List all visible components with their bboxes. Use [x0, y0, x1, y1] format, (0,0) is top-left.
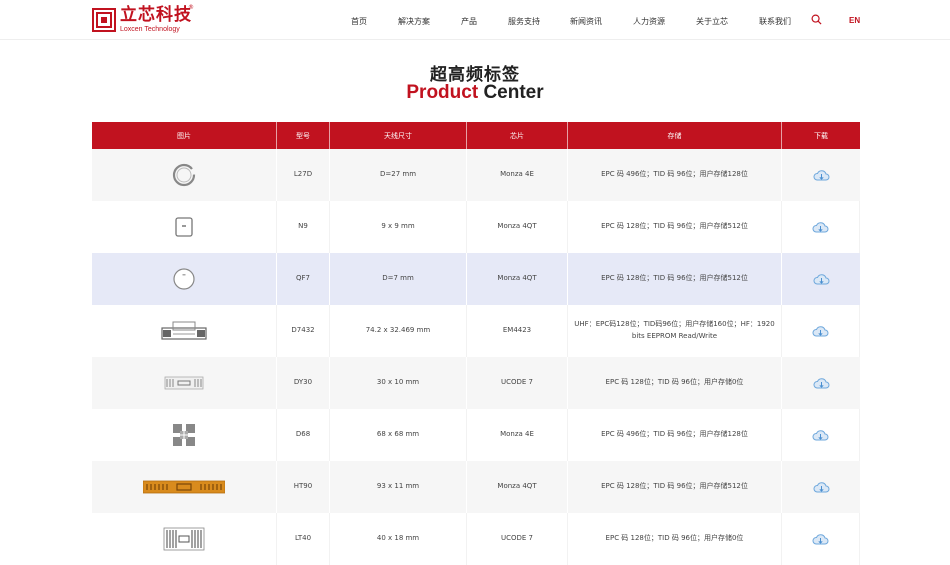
round-tag-icon	[173, 268, 195, 290]
cloud-download-icon[interactable]	[812, 429, 829, 442]
dual-tag-icon	[161, 321, 207, 340]
registered-mark: ®	[188, 4, 194, 11]
nav-solutions[interactable]: 解决方案	[398, 16, 430, 27]
table-row: DY30 30 x 10 mm UCODE 7 EPC 码 128位；TID 码…	[92, 357, 860, 409]
product-table: 图片 型号 天线尺寸 芯片 存储 下载 L27D D=27 mm Monza 4…	[92, 122, 860, 565]
cell-size: 30 x 10 mm	[330, 357, 467, 409]
title-word-center: Center	[483, 82, 544, 103]
cell-size: D=7 mm	[330, 253, 467, 305]
table-row: QF7 D=7 mm Monza 4QT EPC 码 128位；TID 码 96…	[92, 253, 860, 305]
cross-tag-icon	[173, 424, 195, 446]
download-cell	[782, 409, 860, 461]
top-header: 立芯科技 Loxcen Technology ® 首页 解决方案 产品 服务支持…	[0, 0, 950, 40]
header-model: 型号	[277, 122, 330, 149]
meander-tag-icon	[163, 527, 205, 551]
cell-model: D7432	[277, 305, 330, 357]
product-image[interactable]	[92, 357, 277, 409]
nav-news[interactable]: 新闻资讯	[570, 16, 602, 27]
cell-storage: EPC 码 496位；TID 码 96位；用户存储128位	[568, 149, 782, 201]
table-row: D7432 74.2 x 32.469 mm EM4423 UHF：EPC码12…	[92, 305, 860, 357]
cell-size: 68 x 68 mm	[330, 409, 467, 461]
product-image[interactable]	[92, 305, 277, 357]
header-storage: 存储	[568, 122, 782, 149]
cell-storage: EPC 码 496位；TID 码 96位；用户存储128位	[568, 409, 782, 461]
product-image[interactable]	[92, 253, 277, 305]
cell-chip: UCODE 7	[467, 357, 568, 409]
brand-name-en: Loxcen Technology	[120, 26, 180, 33]
ring-tag-icon	[172, 163, 196, 187]
cloud-download-icon[interactable]	[813, 169, 830, 182]
header-chip: 芯片	[467, 122, 568, 149]
product-image[interactable]	[92, 149, 277, 201]
cell-size: 93 x 11 mm	[330, 461, 467, 513]
title-word-product: Product	[406, 82, 479, 103]
cell-model: DY30	[277, 357, 330, 409]
download-cell	[782, 461, 860, 513]
cloud-download-icon[interactable]	[812, 325, 829, 338]
long-tag-icon	[143, 480, 225, 494]
cell-storage: EPC 码 128位；TID 码 96位；用户存储512位	[568, 461, 782, 513]
search-icon[interactable]	[811, 14, 822, 25]
cloud-download-icon[interactable]	[812, 533, 829, 546]
nav-about[interactable]: 关于立芯	[696, 16, 728, 27]
cell-storage: EPC 码 128位；TID 码 96位；用户存储0位	[568, 513, 782, 565]
cell-storage: UHF：EPC码128位；TID码96位；用户存储160位；HF：1920 bi…	[568, 305, 782, 357]
header-antenna-size: 天线尺寸	[330, 122, 467, 149]
nav-support[interactable]: 服务支持	[508, 16, 540, 27]
cell-chip: Monza 4E	[467, 409, 568, 461]
download-cell	[782, 253, 860, 305]
page-title-en: Product Center	[0, 82, 950, 104]
cell-chip: UCODE 7	[467, 513, 568, 565]
nav-contact[interactable]: 联系我们	[759, 16, 791, 27]
download-cell	[782, 305, 860, 357]
cell-size: 9 x 9 mm	[330, 201, 467, 253]
download-cell	[782, 201, 860, 253]
cell-model: L27D	[277, 149, 330, 201]
header-image: 图片	[92, 122, 277, 149]
language-switch[interactable]: EN	[849, 16, 860, 25]
cloud-download-icon[interactable]	[813, 273, 830, 286]
download-cell	[782, 357, 860, 409]
brand-logo[interactable]: 立芯科技 Loxcen Technology ®	[92, 4, 194, 35]
logo-mark-icon	[92, 8, 116, 32]
table-row: L27D D=27 mm Monza 4E EPC 码 496位；TID 码 9…	[92, 149, 860, 201]
cell-chip: Monza 4QT	[467, 461, 568, 513]
cloud-download-icon[interactable]	[812, 221, 829, 234]
table-row: LT40 40 x 18 mm UCODE 7 EPC 码 128位；TID 码…	[92, 513, 860, 565]
product-image[interactable]	[92, 513, 277, 565]
cell-storage: EPC 码 128位；TID 码 96位；用户存储0位	[568, 357, 782, 409]
cell-size: 74.2 x 32.469 mm	[330, 305, 467, 357]
cell-model: HT90	[277, 461, 330, 513]
header-download: 下载	[814, 131, 828, 140]
cell-model: LT40	[277, 513, 330, 565]
nav-home[interactable]: 首页	[351, 16, 367, 27]
download-cell	[782, 513, 860, 565]
cell-model: N9	[277, 201, 330, 253]
download-cell	[782, 149, 860, 201]
table-row: N9 9 x 9 mm Monza 4QT EPC 码 128位；TID 码 9…	[92, 201, 860, 253]
strip-tag-icon	[164, 376, 204, 390]
cell-chip: Monza 4QT	[467, 253, 568, 305]
cell-chip: Monza 4QT	[467, 201, 568, 253]
cloud-download-icon[interactable]	[813, 481, 830, 494]
cell-chip: EM4423	[467, 305, 568, 357]
table-row: HT90 93 x 11 mm Monza 4QT EPC 码 128位；TID…	[92, 461, 860, 513]
product-image[interactable]	[92, 201, 277, 253]
product-image[interactable]	[92, 461, 277, 513]
cell-size: 40 x 18 mm	[330, 513, 467, 565]
cell-size: D=27 mm	[330, 149, 467, 201]
cell-storage: EPC 码 128位；TID 码 96位；用户存储512位	[568, 201, 782, 253]
cell-chip: Monza 4E	[467, 149, 568, 201]
cell-storage: EPC 码 128位；TID 码 96位；用户存储512位	[568, 253, 782, 305]
nav-products[interactable]: 产品	[461, 16, 477, 27]
cell-model: QF7	[277, 253, 330, 305]
brand-name-cn: 立芯科技	[120, 5, 192, 25]
square-tag-icon	[175, 217, 193, 237]
cell-model: D68	[277, 409, 330, 461]
product-image[interactable]	[92, 409, 277, 461]
cloud-download-icon[interactable]	[813, 377, 830, 390]
table-header: 图片 型号 天线尺寸 芯片 存储 下载	[92, 122, 860, 149]
table-row: D68 68 x 68 mm Monza 4E EPC 码 496位；TID 码…	[92, 409, 860, 461]
nav-hr[interactable]: 人力资源	[633, 16, 665, 27]
